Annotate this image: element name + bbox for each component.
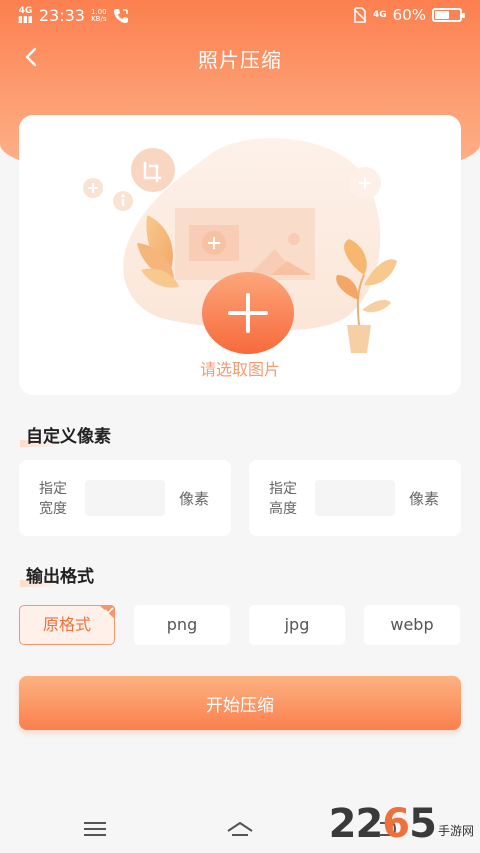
custom-pixels-title: 自定义像素 — [20, 422, 111, 447]
height-unit: 像素 — [409, 490, 440, 508]
height-card: 指定高度 像素 — [249, 460, 461, 536]
output-format-title: 输出格式 — [20, 562, 94, 587]
battery-percent: 60% — [392, 6, 426, 24]
checkmark-icon — [99, 605, 115, 619]
watermark-number-mid: 6 — [382, 801, 410, 847]
watermark-number-prefix: 22 — [328, 801, 384, 847]
format-option-original[interactable]: 原格式 — [19, 605, 115, 645]
signal-text: 4G — [18, 5, 33, 16]
watermark-site-name: 手游网 — [437, 824, 474, 838]
format-option-label: webp — [390, 615, 434, 634]
net-speed-unit: KB/s — [91, 14, 107, 23]
add-image-button[interactable] — [202, 270, 294, 354]
height-input[interactable] — [315, 480, 395, 516]
signal-indicator: 4G ▮▮▮ — [18, 5, 33, 25]
phone-call-icon — [113, 8, 128, 23]
height-label: 指定高度 — [269, 481, 297, 517]
net-speed: 1.00 KB/s — [91, 8, 107, 23]
format-option-label: 原格式 — [42, 615, 91, 634]
watermark-number-suffix: 5 — [409, 801, 437, 847]
width-unit: 像素 — [179, 490, 210, 508]
no-sim-icon — [353, 7, 367, 23]
watermark-text: 手游网 — [438, 824, 474, 838]
watermark-logo: 2265 手游网 — [329, 798, 474, 846]
width-card: 指定宽度 像素 — [19, 460, 231, 536]
status-time: 23:33 — [38, 6, 85, 25]
menu-icon[interactable] — [81, 817, 109, 841]
start-compress-button[interactable]: 开始压缩 — [19, 676, 461, 730]
width-input[interactable] — [85, 480, 165, 516]
select-image-label[interactable]: 请选取图片 — [19, 356, 461, 380]
watermark-number: 2265 — [328, 801, 437, 847]
network-right-indicator: 4G — [373, 9, 387, 20]
status-bar: 4G ▮▮▮ 23:33 1.00 KB/s 4G 60% — [0, 0, 480, 32]
format-option-label: png — [166, 615, 198, 634]
upload-card[interactable]: 请选取图片 — [19, 115, 461, 395]
home-icon[interactable] — [226, 817, 254, 841]
nav-bar: 照片压缩 — [0, 38, 480, 78]
format-option-label: jpg — [284, 615, 310, 634]
battery-icon — [432, 8, 465, 22]
page-title: 照片压缩 — [198, 48, 282, 72]
format-option-png[interactable]: png — [134, 605, 230, 645]
format-option-webp[interactable]: webp — [364, 605, 460, 645]
format-option-jpg[interactable]: jpg — [249, 605, 345, 645]
width-label: 指定宽度 — [39, 481, 67, 517]
